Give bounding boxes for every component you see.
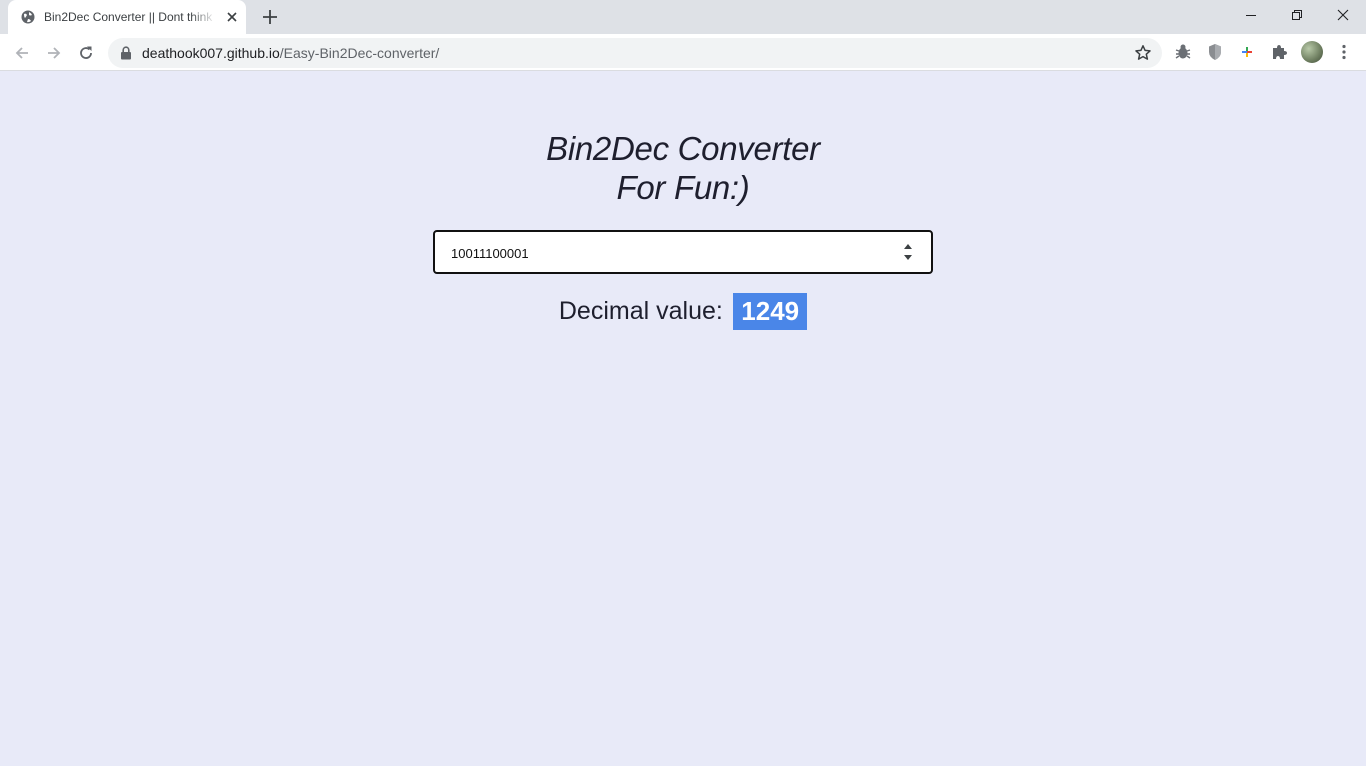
shield-extension-icon[interactable]	[1205, 42, 1225, 62]
title-line-1: Bin2Dec Converter	[546, 130, 820, 167]
reload-button[interactable]	[74, 41, 98, 65]
arrow-left-icon	[15, 47, 28, 59]
address-bar[interactable]: deathook007.github.io/Easy-Bin2Dec-conve…	[108, 38, 1162, 68]
restore-button[interactable]	[1274, 0, 1320, 30]
decimal-value-badge: 1249	[733, 293, 808, 330]
browser-tab[interactable]: Bin2Dec Converter || Dont think much	[8, 0, 246, 34]
url-host: deathook007.github.io	[142, 45, 280, 61]
result-row: Decimal value: 1249	[0, 293, 1366, 330]
puzzle-icon[interactable]	[1269, 42, 1289, 62]
binary-input-box[interactable]	[433, 230, 933, 274]
more-vertical-icon[interactable]	[1334, 42, 1354, 62]
arrow-right-icon	[48, 47, 61, 59]
plus-icon[interactable]	[259, 6, 281, 28]
minimize-icon	[1246, 15, 1256, 16]
title-line-2: For Fun:)	[616, 169, 750, 206]
minimize-button[interactable]	[1228, 0, 1274, 30]
plus-extension-icon[interactable]	[1237, 42, 1257, 62]
number-spinner-icon[interactable]	[901, 241, 915, 263]
close-icon[interactable]	[224, 9, 240, 25]
bug-extension-icon[interactable]	[1173, 42, 1193, 62]
page-title: Bin2Dec Converter For Fun:)	[0, 129, 1366, 207]
browser-toolbar: deathook007.github.io/Easy-Bin2Dec-conve…	[0, 34, 1366, 71]
star-icon[interactable]	[1134, 44, 1152, 62]
back-button[interactable]	[10, 41, 34, 65]
url-text: deathook007.github.io/Easy-Bin2Dec-conve…	[142, 45, 439, 61]
restore-icon	[1292, 10, 1302, 20]
binary-input[interactable]	[451, 242, 891, 264]
tab-title: Bin2Dec Converter || Dont think much	[44, 10, 216, 24]
browser-tabstrip: Bin2Dec Converter || Dont think much	[0, 0, 1366, 34]
lock-icon	[121, 46, 131, 60]
close-icon	[1337, 9, 1349, 21]
reload-icon	[80, 46, 92, 59]
window-close-button[interactable]	[1320, 0, 1366, 30]
forward-button[interactable]	[42, 41, 66, 65]
page-content: Bin2Dec Converter For Fun:) Decimal valu…	[0, 71, 1366, 766]
profile-avatar[interactable]	[1301, 41, 1323, 63]
globe-icon	[21, 10, 35, 24]
result-label: Decimal value:	[558, 297, 723, 325]
url-path: /Easy-Bin2Dec-converter/	[279, 45, 440, 61]
